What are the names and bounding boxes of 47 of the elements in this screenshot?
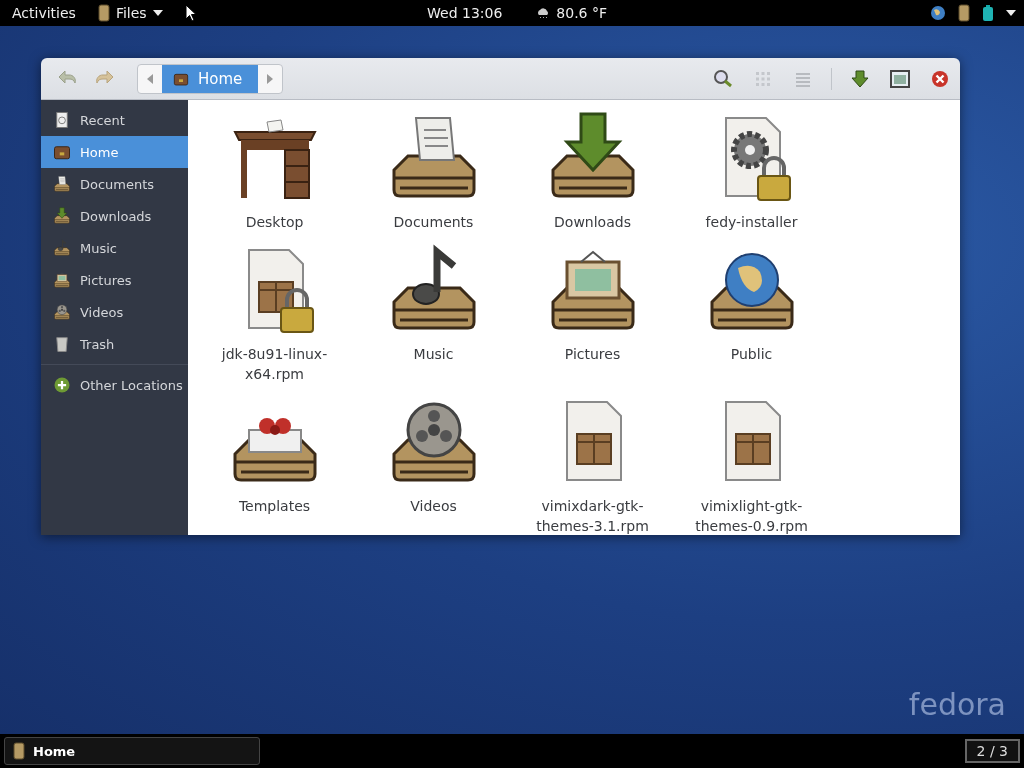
cloud-icon [536,7,551,19]
file-name[interactable]: Music [368,344,499,364]
download-folder-icon [53,207,71,225]
file-name[interactable]: Desktop [209,212,340,232]
globe-icon[interactable] [930,5,946,21]
picture-folder-icon [53,271,71,289]
file-name[interactable]: Videos [368,496,499,516]
sidebar-item[interactable]: Recent [41,104,188,136]
battery-icon[interactable] [982,5,994,21]
file-name[interactable]: Pictures [527,344,658,364]
wallpaper-logo: fedora [908,687,1006,722]
scroll-left-icon[interactable] [147,73,153,84]
sidebar-item[interactable]: Documents [41,168,188,200]
document-folder-icon [53,175,71,193]
app-icon [97,4,110,22]
file-name[interactable]: Downloads [527,212,658,232]
mouse-pointer-icon [184,4,197,22]
file-name[interactable]: vimixlight-gtk-themes-0.9.rpm [686,496,817,535]
file-name[interactable]: vimixdark-gtk-themes-3.1.rpm [527,496,658,535]
taskbar-window-button[interactable]: Home [4,737,260,765]
workspace-indicator[interactable]: 2 / 3 [964,739,1020,763]
clock[interactable]: Wed 13:06 [427,5,503,21]
sidebar-item[interactable]: Pictures [41,264,188,296]
app-menu[interactable]: Files [97,4,163,22]
sidebar-item[interactable]: Videos [41,296,188,328]
chest-icon [53,143,71,161]
plus-icon [53,376,71,394]
sidebar-item[interactable]: Other Locations [41,369,188,401]
film-reel-folder-icon [53,303,71,321]
sidebar-item[interactable]: Downloads [41,200,188,232]
app-icon [13,742,25,760]
sidebar-item[interactable]: Trash [41,328,188,360]
file-name[interactable]: fedy-installer [686,212,817,232]
jar-icon [958,4,970,22]
caret-icon[interactable] [1006,10,1016,16]
activities-button[interactable]: Activities [12,5,76,21]
caret-icon [152,10,163,16]
trash-icon [53,335,71,353]
file-name[interactable]: Documents [368,212,499,232]
file-name[interactable]: Public [686,344,817,364]
weather-temperature[interactable]: 80.6 °F [556,5,607,21]
clock-document-icon [53,111,71,129]
music-folder-icon [53,239,71,257]
sidebar-item[interactable]: Music [41,232,188,264]
file-name[interactable]: Templates [209,496,340,516]
scroll-right-icon[interactable] [267,73,274,84]
file-name[interactable]: jdk-8u91-linux-x64.rpm [209,344,340,384]
